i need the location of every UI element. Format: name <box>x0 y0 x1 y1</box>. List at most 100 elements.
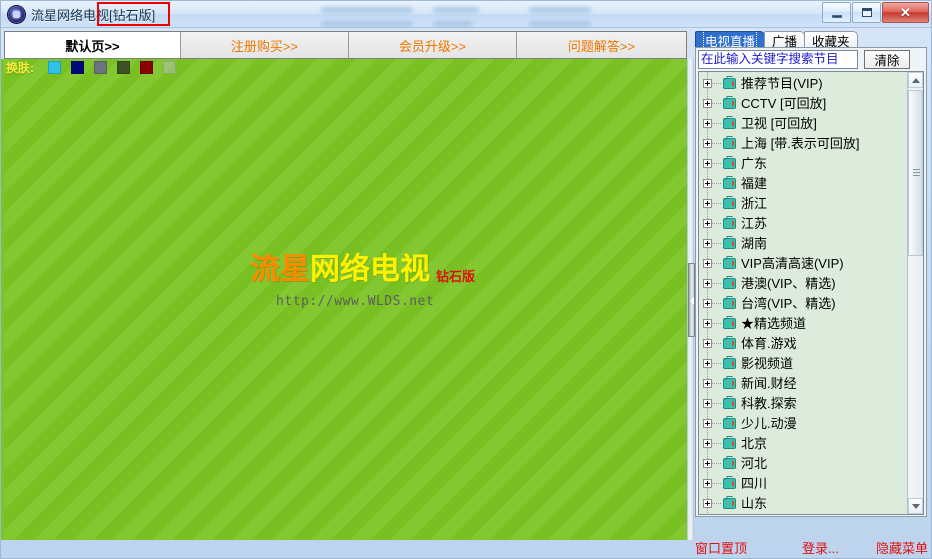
tree-item-label: 卫视 [可回放] <box>741 117 817 130</box>
tree-item[interactable]: VIP高清高速(VIP) <box>699 253 908 273</box>
tv-icon <box>723 378 736 389</box>
scroll-up-button[interactable] <box>908 72 923 88</box>
tree-item[interactable]: 新闻.财经 <box>699 373 908 393</box>
tree-item[interactable]: 科教.探索 <box>699 393 908 413</box>
expand-plus-icon[interactable] <box>703 79 712 88</box>
skin-swatch-1[interactable] <box>48 61 61 74</box>
expand-plus-icon[interactable] <box>703 279 712 288</box>
expand-plus-icon[interactable] <box>703 379 712 388</box>
tree-item[interactable]: CCTV [可回放] <box>699 93 908 113</box>
tv-icon <box>723 398 736 409</box>
tree-item[interactable]: 卫视 [可回放] <box>699 113 908 133</box>
pin-window-link[interactable]: 窗口置顶 <box>695 538 747 557</box>
expand-plus-icon[interactable] <box>703 239 712 248</box>
tree-item[interactable]: 山东 <box>699 493 908 513</box>
tv-icon <box>723 158 736 169</box>
logo-primary-text: 流星 <box>250 255 310 285</box>
tab-faq[interactable]: 问题解答>> <box>517 32 686 58</box>
tree-connector-dots <box>712 343 722 344</box>
tree-item[interactable]: 河南 <box>699 513 908 515</box>
expand-plus-icon[interactable] <box>703 99 712 108</box>
tree-item[interactable]: 台湾(VIP、精选) <box>699 293 908 313</box>
tree-item[interactable]: 港澳(VIP、精选) <box>699 273 908 293</box>
expand-plus-icon[interactable] <box>703 439 712 448</box>
expand-plus-icon[interactable] <box>703 319 712 328</box>
tab-tv-live[interactable]: 电视直播 <box>695 31 765 48</box>
tree-item[interactable]: 推荐节目(VIP) <box>699 73 908 93</box>
tab-default-page[interactable]: 默认页>> <box>5 32 181 58</box>
channel-panel-tabs: 电视直播 广播 收藏夹 <box>695 30 857 48</box>
splitter-collapse-handle[interactable] <box>688 263 695 337</box>
tree-item[interactable]: 福建 <box>699 173 908 193</box>
skin-swatch-5[interactable] <box>140 61 153 74</box>
expand-plus-icon[interactable] <box>703 199 712 208</box>
skin-swatch-2[interactable] <box>71 61 84 74</box>
tree-item[interactable]: 体育.游戏 <box>699 333 908 353</box>
tree-connector-dots <box>712 363 722 364</box>
skin-selector: 换肤: <box>4 59 186 76</box>
expand-plus-icon[interactable] <box>703 459 712 468</box>
tree-item-label: 广东 <box>741 157 767 170</box>
tree-item[interactable]: 上海 [带.表示可回放] <box>699 133 908 153</box>
close-button[interactable]: ✕ <box>882 2 929 23</box>
tree-connector-dots <box>712 303 722 304</box>
tree-item-label: 港澳(VIP、精选) <box>741 277 836 290</box>
expand-plus-icon[interactable] <box>703 479 712 488</box>
skin-swatch-6[interactable] <box>163 61 176 74</box>
expand-plus-icon[interactable] <box>703 499 712 508</box>
tree-connector-dots <box>712 283 722 284</box>
expand-plus-icon[interactable] <box>703 339 712 348</box>
channel-tree-scrollbar[interactable] <box>907 72 923 514</box>
expand-plus-icon[interactable] <box>703 419 712 428</box>
expand-plus-icon[interactable] <box>703 399 712 408</box>
window-title: 流星网络电视[钻石版] <box>31 5 155 24</box>
maximize-button[interactable] <box>852 2 881 23</box>
tree-item[interactable]: 少儿.动漫 <box>699 413 908 433</box>
title-bar: 流星网络电视[钻石版] ✕ <box>1 1 932 28</box>
expand-plus-icon[interactable] <box>703 159 712 168</box>
channel-tree[interactable]: 推荐节目(VIP)CCTV [可回放] 卫视 [可回放] 上海 [带.表示可回放] 广… <box>698 71 924 515</box>
tab-register-purchase[interactable]: 注册购买>> <box>181 32 349 58</box>
tree-connector-dots <box>712 503 722 504</box>
tree-connector-dots <box>712 263 722 264</box>
skin-swatch-3[interactable] <box>94 61 107 74</box>
expand-plus-icon[interactable] <box>703 359 712 368</box>
tab-favorites[interactable]: 收藏夹 <box>804 31 858 48</box>
expand-plus-icon[interactable] <box>703 299 712 308</box>
expand-plus-icon[interactable] <box>703 139 712 148</box>
brand-logo: 流星 网络电视 钻石版 http://www.WLDS.net <box>250 255 510 309</box>
tv-icon <box>723 458 736 469</box>
scroll-down-button[interactable] <box>908 498 923 514</box>
tree-connector-dots <box>712 483 722 484</box>
tree-item[interactable]: 湖南 <box>699 233 908 253</box>
tab-radio[interactable]: 广播 <box>764 31 805 48</box>
tree-item[interactable]: 影视频道 <box>699 353 908 373</box>
expand-plus-icon[interactable] <box>703 179 712 188</box>
tree-connector-dots <box>712 183 722 184</box>
hide-menu-link[interactable]: 隐藏菜单 <box>876 538 928 557</box>
tree-item[interactable]: 浙江 <box>699 193 908 213</box>
clear-search-button[interactable]: 清除 <box>864 50 910 69</box>
tree-item[interactable]: 四川 <box>699 473 908 493</box>
tree-item-label: 少儿.动漫 <box>741 417 797 430</box>
scrollbar-thumb[interactable] <box>908 90 923 256</box>
tree-item-label: 四川 <box>741 477 767 490</box>
minimize-button[interactable] <box>822 2 851 23</box>
expand-plus-icon[interactable] <box>703 219 712 228</box>
search-input[interactable]: 在此输入关键字搜索节目 <box>698 50 858 69</box>
search-bar: 在此输入关键字搜索节目 清除 <box>698 50 924 69</box>
main-content-area: 换肤: 流星 网络电视 钻石版 http://www.WLDS.net <box>4 59 687 540</box>
expand-plus-icon[interactable] <box>703 259 712 268</box>
tree-item[interactable]: ★精选频道 <box>699 313 908 333</box>
panel-splitter[interactable] <box>687 59 694 540</box>
tree-item[interactable]: 北京 <box>699 433 908 453</box>
expand-plus-icon[interactable] <box>703 119 712 128</box>
tree-item[interactable]: 河北 <box>699 453 908 473</box>
tree-item[interactable]: 江苏 <box>699 213 908 233</box>
tv-icon <box>723 278 736 289</box>
tree-item[interactable]: 广东 <box>699 153 908 173</box>
login-link[interactable]: 登录... <box>802 538 839 557</box>
tree-connector-dots <box>712 423 722 424</box>
tab-member-upgrade[interactable]: 会员升级>> <box>349 32 517 58</box>
skin-swatch-4[interactable] <box>117 61 130 74</box>
